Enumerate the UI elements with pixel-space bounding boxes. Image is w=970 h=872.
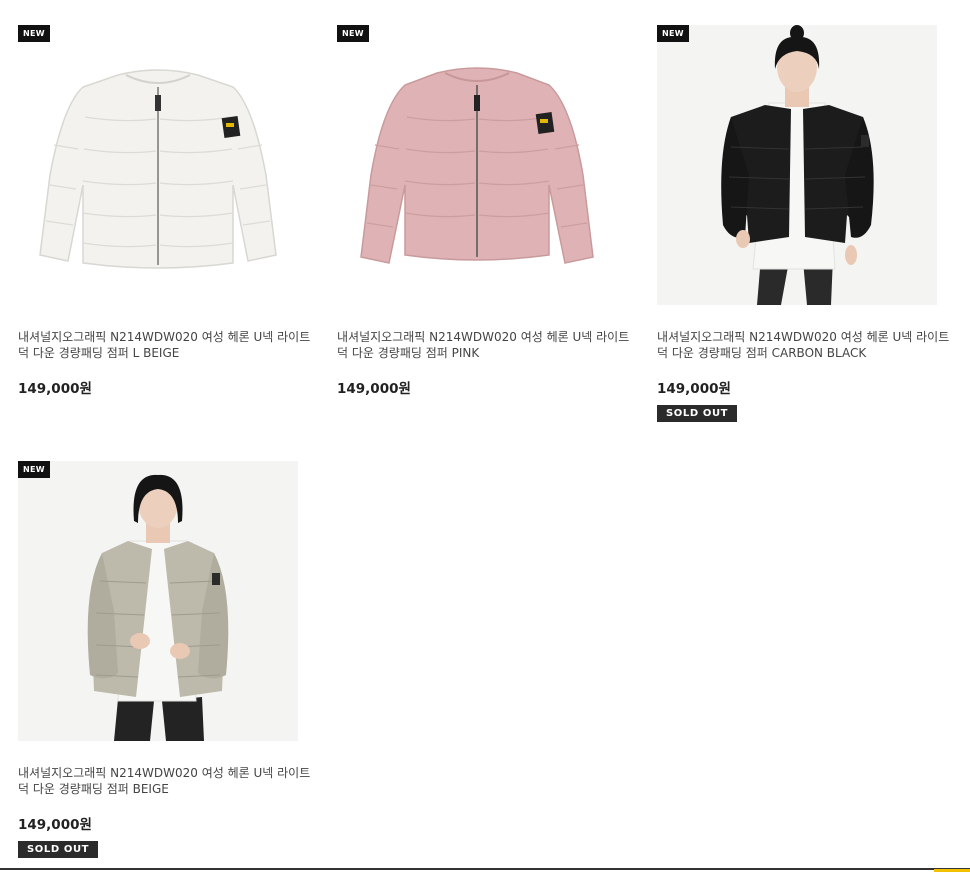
model-black-jacket-icon	[721, 25, 874, 305]
product-price: 149,000원	[657, 381, 731, 397]
sold-out-badge: SOLD OUT	[657, 405, 738, 422]
new-badge: NEW	[18, 25, 50, 42]
product-image[interactable]: NEW	[657, 25, 937, 305]
pink-down-jacket-icon	[360, 67, 594, 264]
product-title[interactable]: 내셔널지오그래픽 N214WDW020 여성 헤론 U넥 라이트 덕 다운 경량…	[18, 765, 314, 797]
model-beige-jacket-icon	[87, 474, 229, 741]
white-down-jacket-icon	[39, 69, 277, 269]
product-card[interactable]: NEW 내셔널지오그래픽 N214WDW020 여성 헤론 U넥 라이트 덕 다…	[657, 25, 957, 422]
product-price: 149,000원	[337, 381, 411, 397]
sold-out-badge: SOLD OUT	[18, 841, 99, 858]
page-divider	[0, 868, 970, 870]
product-title[interactable]: 내셔널지오그래픽 N214WDW020 여성 헤론 U넥 라이트 덕 다운 경량…	[337, 329, 633, 361]
product-title[interactable]: 내셔널지오그래픽 N214WDW020 여성 헤론 U넥 라이트 덕 다운 경량…	[18, 329, 314, 361]
product-image[interactable]: NEW	[18, 25, 298, 305]
product-image[interactable]: NEW	[337, 25, 617, 305]
product-card[interactable]: NEW 내셔널지오그래픽 N214WDW020 여성 헤론 U넥 라이트 덕 다…	[18, 461, 318, 858]
product-price: 149,000원	[18, 381, 92, 397]
product-price: 149,000원	[18, 817, 92, 833]
new-badge: NEW	[337, 25, 369, 42]
new-badge: NEW	[18, 461, 50, 478]
new-badge: NEW	[657, 25, 689, 42]
product-title[interactable]: 내셔널지오그래픽 N214WDW020 여성 헤론 U넥 라이트 덕 다운 경량…	[657, 329, 953, 361]
product-image[interactable]: NEW	[18, 461, 298, 741]
product-card[interactable]: NEW 내셔널지오그래픽 N214WDW020 여성 헤론 U넥 라이트 덕 다…	[18, 25, 318, 397]
product-card[interactable]: NEW 내셔널지오그래픽 N214WDW020 여성 헤론 U넥 라이트 덕 다…	[337, 25, 637, 397]
